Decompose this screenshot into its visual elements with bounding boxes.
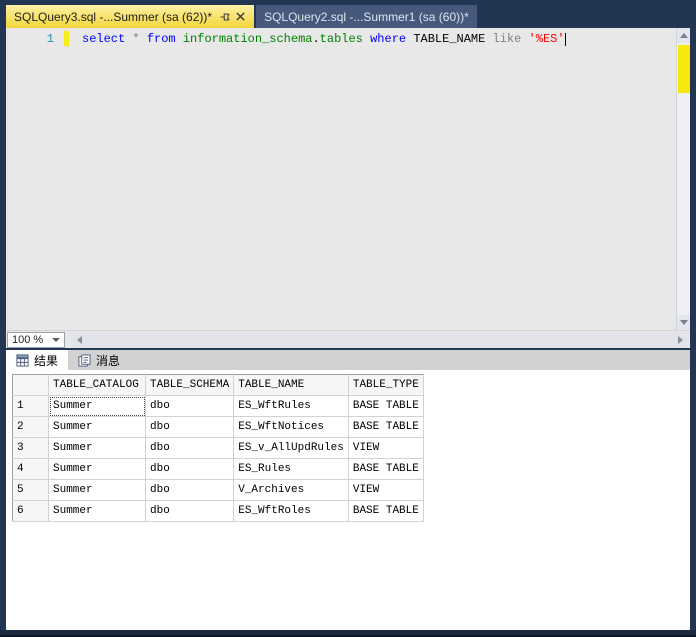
sql-token: *: [132, 32, 147, 46]
grid-cell[interactable]: ES_Rules: [233, 458, 349, 480]
editor-bottom-bar: 100 %: [6, 330, 690, 348]
text-cursor: [564, 33, 566, 46]
scroll-right-button[interactable]: [672, 331, 688, 348]
scroll-down-button[interactable]: [677, 315, 690, 330]
table-row: 1 Summer dbo ES_WftRules BASE TABLE: [12, 395, 424, 417]
grid-cell[interactable]: dbo: [145, 479, 235, 501]
table-row: 2 Summer dbo ES_WftNotices BASE TABLE: [12, 416, 424, 438]
grid-cell[interactable]: ES_WftNotices: [233, 416, 349, 438]
column-header[interactable]: TABLE_SCHEMA: [145, 374, 235, 396]
messages-icon: [78, 353, 91, 367]
tab-messages[interactable]: 消息: [68, 350, 130, 370]
sql-token: from: [146, 32, 183, 46]
results-grid-icon: [16, 353, 29, 367]
sql-token: information_schema: [182, 32, 313, 46]
grid-cell[interactable]: BASE TABLE: [348, 395, 424, 417]
arrow-up-icon: [679, 33, 688, 38]
tab-label: 结果: [34, 353, 59, 368]
grid-cell[interactable]: ES_WftRules: [233, 395, 349, 417]
grid-cell[interactable]: V_Archives: [233, 479, 349, 501]
sql-editor[interactable]: 1 select * from information_schema.table…: [6, 28, 676, 330]
grid-cell[interactable]: dbo: [145, 458, 235, 480]
arrow-right-icon: [677, 335, 683, 344]
row-number[interactable]: 1: [12, 395, 49, 417]
results-tab-strip: 结果 消息: [6, 350, 690, 370]
arrow-left-icon: [76, 335, 82, 344]
grid-header-row: TABLE_CATALOG TABLE_SCHEMA TABLE_NAME TA…: [12, 374, 424, 396]
window-bottom-frame: [0, 630, 696, 637]
grid-cell[interactable]: dbo: [145, 500, 235, 522]
scrollbar-track[interactable]: [87, 331, 672, 348]
grid-cell[interactable]: dbo: [145, 416, 235, 438]
grid-cell[interactable]: ES_v_AllUpdRules: [233, 437, 349, 459]
vertical-scrollbar[interactable]: [676, 28, 690, 330]
corner-header-cell[interactable]: [12, 374, 49, 396]
grid-cell[interactable]: VIEW: [348, 437, 424, 459]
arrow-down-icon: [679, 320, 688, 325]
zoom-dropdown[interactable]: 100 %: [7, 331, 65, 348]
column-header[interactable]: TABLE_TYPE: [348, 374, 424, 396]
grid-cell[interactable]: dbo: [145, 437, 235, 459]
sql-token: .: [312, 32, 320, 46]
tab-results[interactable]: 结果: [6, 350, 69, 370]
grid-cell[interactable]: VIEW: [348, 479, 424, 501]
chevron-down-icon: [52, 337, 60, 342]
tab-label: 消息: [96, 353, 121, 368]
grid-cell[interactable]: dbo: [145, 395, 235, 417]
row-number[interactable]: 3: [12, 437, 49, 459]
row-number[interactable]: 5: [12, 479, 49, 501]
grid-cell[interactable]: BASE TABLE: [348, 458, 424, 480]
table-row: 5 Summer dbo V_Archives VIEW: [12, 479, 424, 501]
results-grid: TABLE_CATALOG TABLE_SCHEMA TABLE_NAME TA…: [12, 374, 424, 522]
tab-label: SQLQuery2.sql -...Summer1 (sa (60))*: [264, 9, 469, 24]
grid-cell[interactable]: Summer: [48, 500, 146, 522]
sql-token: where: [370, 32, 414, 46]
tab-label: SQLQuery3.sql -...Summer (sa (62))*: [14, 9, 213, 24]
grid-cell[interactable]: Summer: [48, 479, 146, 501]
scrollbar-change-marker: [678, 45, 690, 93]
results-pane: TABLE_CATALOG TABLE_SCHEMA TABLE_NAME TA…: [6, 370, 690, 630]
sql-code-line[interactable]: select * from information_schema.tables …: [82, 32, 566, 46]
sql-token: '%ES': [528, 32, 565, 46]
grid-cell[interactable]: BASE TABLE: [348, 416, 424, 438]
grid-cell[interactable]: Summer: [48, 416, 146, 438]
table-row: 3 Summer dbo ES_v_AllUpdRules VIEW: [12, 437, 424, 459]
line-number: 1: [46, 32, 54, 46]
grid-cell[interactable]: Summer: [48, 458, 146, 480]
change-tracking-bar: [64, 31, 69, 46]
close-icon[interactable]: [235, 11, 246, 22]
sql-token: select: [82, 32, 133, 46]
row-number[interactable]: 4: [12, 458, 49, 480]
sql-token: tables: [319, 32, 371, 46]
grid-cell[interactable]: BASE TABLE: [348, 500, 424, 522]
row-number[interactable]: 6: [12, 500, 49, 522]
ssms-window: SQLQuery3.sql -...Summer (sa (62))* SQLQ…: [0, 0, 696, 637]
scroll-up-button[interactable]: [677, 28, 690, 43]
sql-token: TABLE_NAME: [413, 32, 493, 46]
pin-icon[interactable]: [219, 11, 231, 23]
zoom-value: 100 %: [12, 333, 44, 346]
scroll-left-button[interactable]: [71, 331, 87, 348]
grid-cell[interactable]: Summer: [48, 395, 146, 417]
column-header[interactable]: TABLE_CATALOG: [48, 374, 146, 396]
grid-cell[interactable]: Summer: [48, 437, 146, 459]
horizontal-scrollbar[interactable]: [71, 331, 688, 348]
sql-token: like: [492, 32, 529, 46]
tab-sqlquery3[interactable]: SQLQuery3.sql -...Summer (sa (62))*: [6, 5, 255, 28]
table-row: 4 Summer dbo ES_Rules BASE TABLE: [12, 458, 424, 480]
grid-cell[interactable]: ES_WftRoles: [233, 500, 349, 522]
document-tab-strip: SQLQuery3.sql -...Summer (sa (62))* SQLQ…: [6, 5, 690, 28]
table-row: 6 Summer dbo ES_WftRoles BASE TABLE: [12, 500, 424, 522]
tab-sqlquery2[interactable]: SQLQuery2.sql -...Summer1 (sa (60))*: [256, 5, 477, 28]
row-number[interactable]: 2: [12, 416, 49, 438]
column-header[interactable]: TABLE_NAME: [233, 374, 349, 396]
